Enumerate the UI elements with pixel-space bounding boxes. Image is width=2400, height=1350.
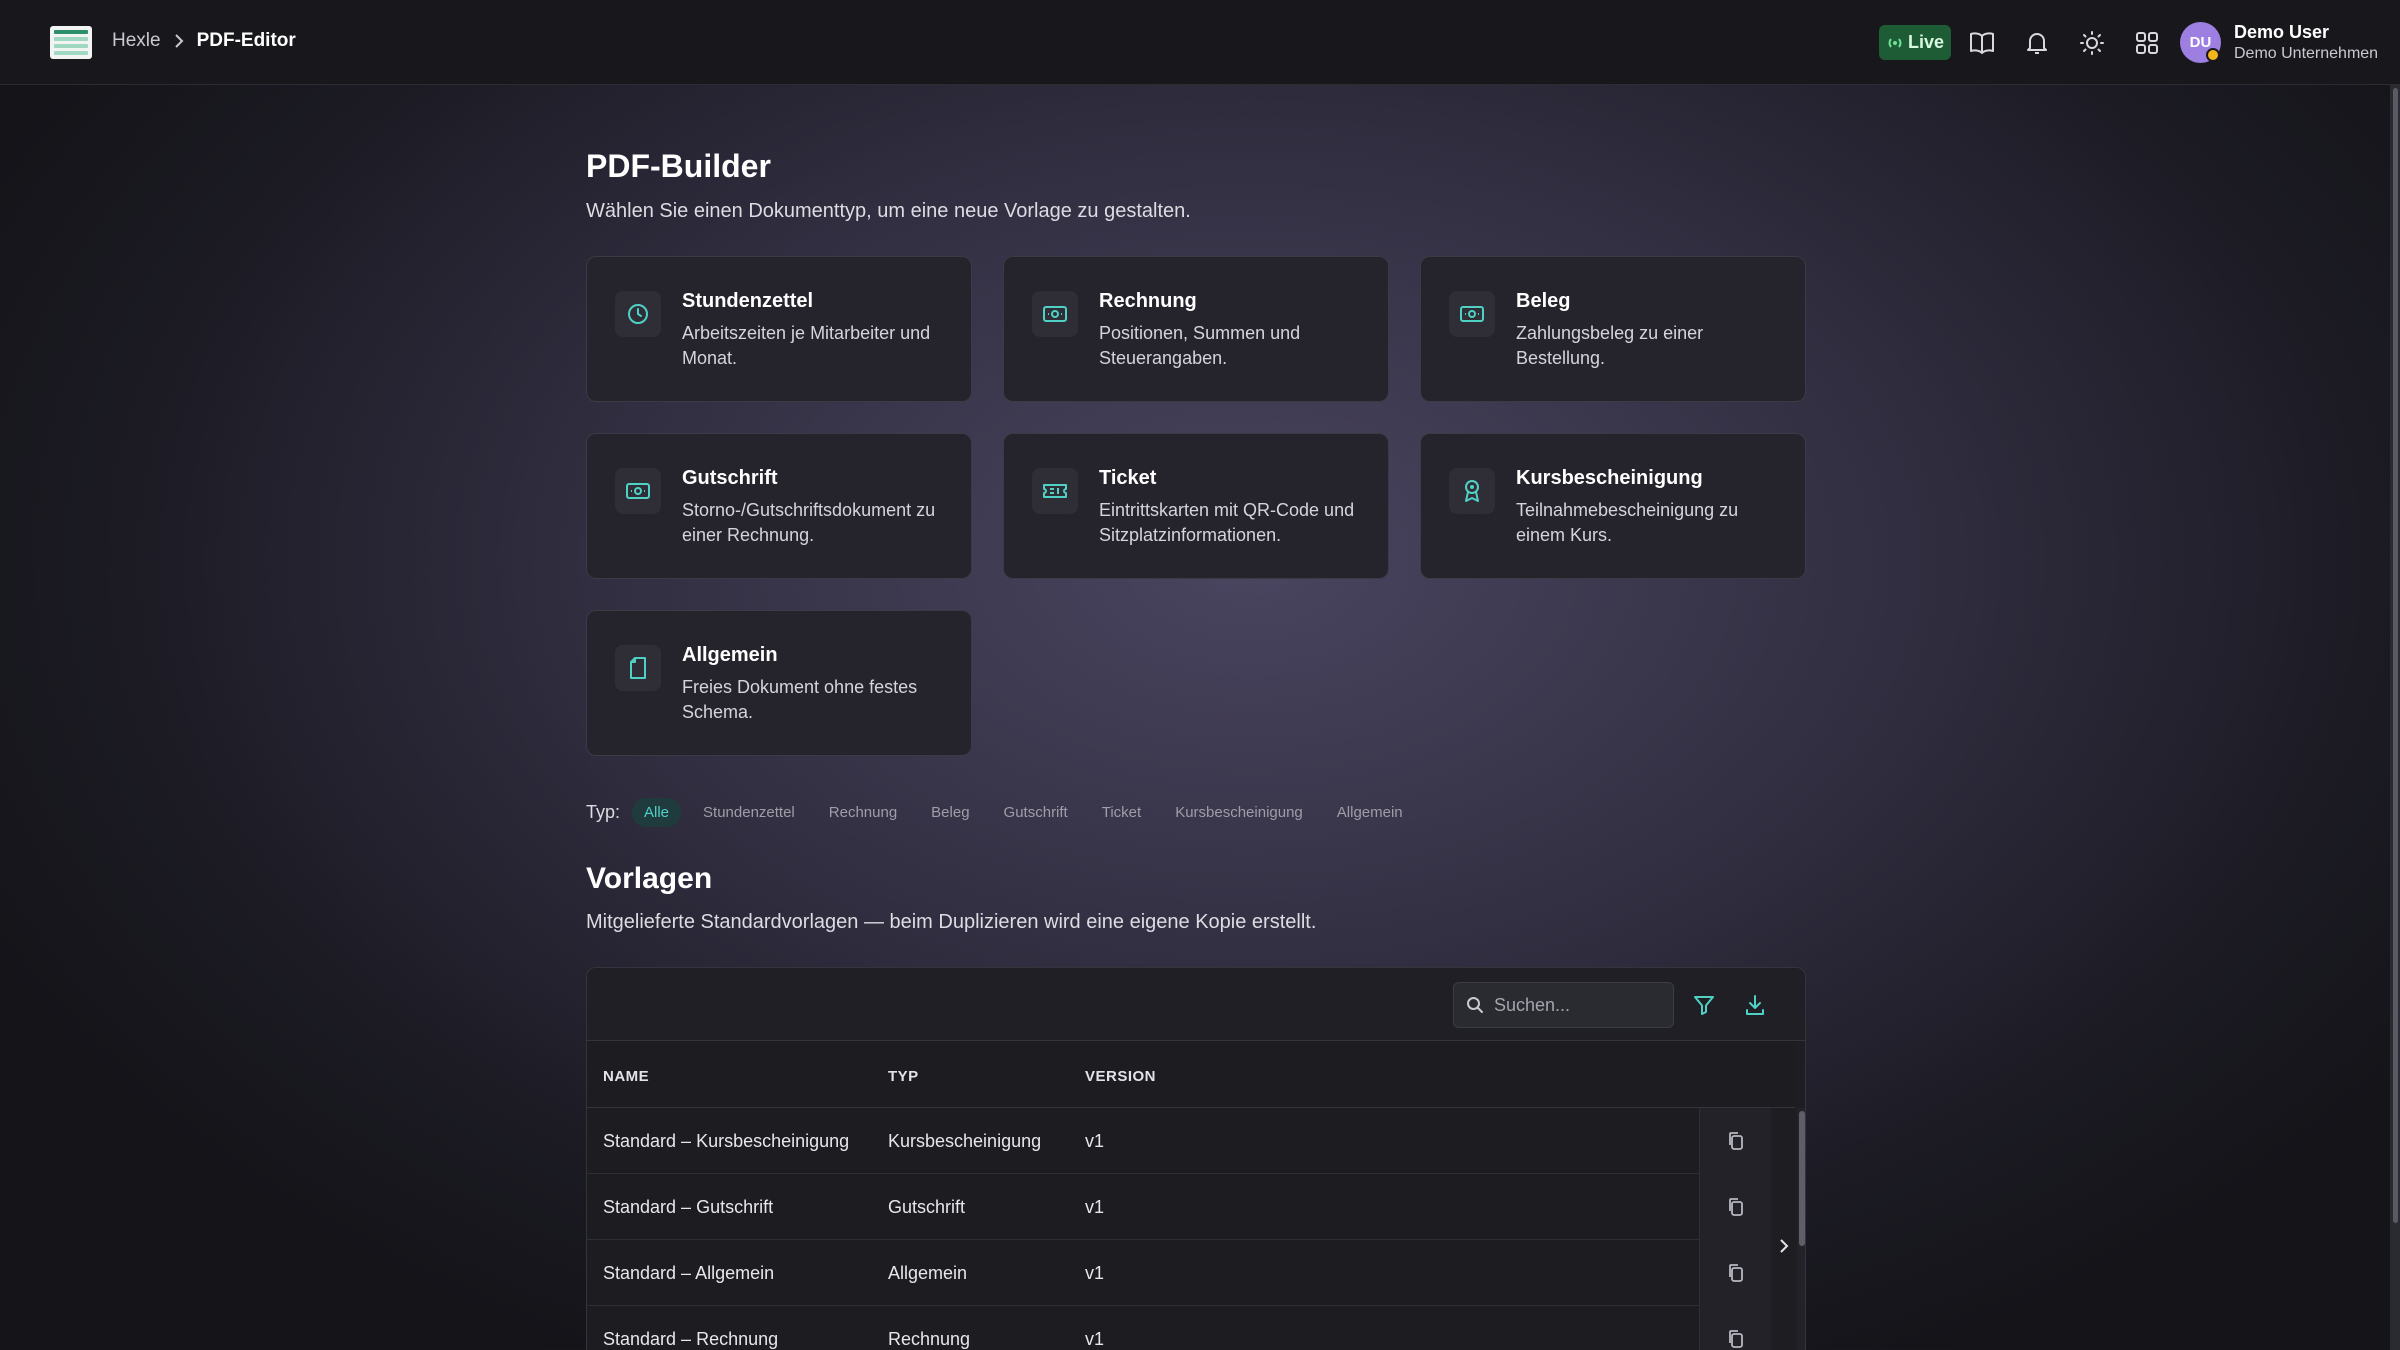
table-row[interactable]: Standard – Kursbescheinigung Kursbeschei… [587, 1108, 1771, 1174]
doctype-card-beleg[interactable]: Beleg Zahlungsbeleg zu einer Bestellung. [1420, 256, 1806, 402]
breadcrumb-root[interactable]: Hexle [112, 30, 161, 52]
status-dot [2206, 48, 2220, 62]
user-organization: Demo Unternehmen [2234, 45, 2379, 62]
card-title: Allgemein [682, 644, 778, 666]
table-toolbar [587, 968, 1805, 1041]
download-icon[interactable] [1740, 990, 1770, 1020]
row-type: Kursbescheinigung [888, 1131, 1042, 1151]
chevron-right-icon [173, 33, 185, 49]
banknote-icon [1032, 291, 1078, 337]
type-filter-label: Typ: [586, 801, 621, 822]
card-title: Beleg [1516, 290, 1571, 312]
filter-chip-stundenzettel[interactable]: Stundenzettel [691, 798, 807, 827]
filter-chip-beleg[interactable]: Beleg [919, 798, 981, 827]
column-header-type[interactable]: TYP [888, 1068, 919, 1085]
award-icon [1449, 468, 1495, 514]
page-title: PDF-Builder [586, 148, 771, 184]
card-title: Kursbescheinigung [1516, 467, 1703, 489]
row-name: Standard – Allgemein [603, 1263, 775, 1283]
search-input[interactable] [1494, 994, 1664, 1016]
table-scrollbar-thumb[interactable] [1799, 1111, 1805, 1246]
doctype-card-allgemein[interactable]: Allgemein Freies Dokument ohne festes Sc… [586, 610, 972, 756]
card-title: Ticket [1099, 467, 1157, 489]
app-logo[interactable] [50, 26, 92, 59]
table-row[interactable]: Standard – Rechnung Rechnung v1 [587, 1306, 1771, 1350]
card-description: Positionen, Summen und Steuerangaben. [1099, 323, 1301, 368]
doctype-card-kursbescheinigung[interactable]: Kursbescheinigung Teilnahmebescheinigung… [1420, 433, 1806, 579]
duplicate-icon[interactable] [1699, 1108, 1771, 1174]
filter-chip-ticket[interactable]: Ticket [1090, 798, 1153, 827]
filter-icon[interactable] [1689, 990, 1719, 1020]
clock-icon [615, 291, 661, 337]
grid-icon[interactable] [2131, 27, 2163, 59]
card-description: Zahlungsbeleg zu einer Bestellung. [1516, 323, 1704, 368]
file-icon [615, 645, 661, 691]
card-description: Arbeitszeiten je Mitarbeiter und Monat. [682, 323, 931, 368]
duplicate-icon[interactable] [1699, 1174, 1771, 1240]
row-name: Standard – Rechnung [603, 1329, 779, 1349]
doctype-card-stundenzettel[interactable]: Stundenzettel Arbeitszeiten je Mitarbeit… [586, 256, 972, 402]
column-header-name[interactable]: NAME [603, 1068, 649, 1085]
doctype-card-ticket[interactable]: Ticket Eintrittskarten mit QR-Code und S… [1003, 433, 1389, 579]
broadcast-icon [1888, 37, 1902, 48]
table-row[interactable]: Standard – Gutschrift Gutschrift v1 [587, 1174, 1771, 1240]
templates-table-panel: NAME TYP VERSION Standard – Kursbeschein… [586, 967, 1806, 1350]
column-header-version[interactable]: VERSION [1085, 1068, 1156, 1085]
page-scrollbar-thumb[interactable] [2393, 88, 2398, 1223]
row-version: v1 [1085, 1131, 1105, 1151]
bell-icon[interactable] [2021, 27, 2053, 59]
breadcrumb-current: PDF-Editor [196, 30, 296, 51]
live-status-button[interactable]: Live [1879, 25, 1951, 60]
row-version: v1 [1085, 1197, 1105, 1217]
table-header: NAME TYP VERSION [587, 1041, 1795, 1108]
banknote-icon [1449, 291, 1495, 337]
card-description: Storno-/Gutschriftsdokument zu einer Rec… [682, 500, 936, 545]
doctype-card-gutschrift[interactable]: Gutschrift Storno-/Gutschriftsdokument z… [586, 433, 972, 579]
card-description: Teilnahmebescheinigung zu einem Kurs. [1516, 500, 1739, 545]
filter-chip-rechnung[interactable]: Rechnung [817, 798, 909, 827]
duplicate-icon[interactable] [1699, 1306, 1771, 1350]
row-type: Gutschrift [888, 1197, 966, 1217]
search-box[interactable] [1453, 982, 1674, 1028]
search-icon [1467, 997, 1483, 1013]
banknote-icon [615, 468, 661, 514]
doctype-card-rechnung[interactable]: Rechnung Positionen, Summen und Steueran… [1003, 256, 1389, 402]
row-name: Standard – Gutschrift [603, 1197, 774, 1217]
row-type: Allgemein [888, 1263, 968, 1283]
card-title: Stundenzettel [682, 290, 814, 312]
breadcrumb: Hexle PDF-Editor [112, 30, 296, 52]
user-name[interactable]: Demo User [2234, 22, 2329, 43]
sun-icon[interactable] [2076, 27, 2108, 59]
row-version: v1 [1085, 1329, 1105, 1349]
section-subtitle: Mitgelieferte Standardvorlagen — beim Du… [586, 911, 1317, 933]
top-bar: Hexle PDF-Editor Live DU Demo User Demo … [0, 0, 2400, 85]
filter-chip-gutschrift[interactable]: Gutschrift [992, 798, 1080, 827]
card-description: Freies Dokument ohne festes Schema. [682, 677, 918, 722]
card-description: Eintrittskarten mit QR-Code und Sitzplat… [1099, 500, 1355, 545]
page-subtitle: Wählen Sie einen Dokumenttyp, um eine ne… [586, 200, 1191, 222]
row-version: v1 [1085, 1263, 1105, 1283]
duplicate-icon[interactable] [1699, 1240, 1771, 1306]
chevron-right-icon[interactable] [1774, 1234, 1794, 1258]
row-type: Rechnung [888, 1329, 971, 1349]
filter-chip-allgemein[interactable]: Allgemein [1325, 798, 1415, 827]
section-title: Vorlagen [586, 862, 713, 895]
ticket-icon [1032, 468, 1078, 514]
table-row[interactable]: Standard – Allgemein Allgemein v1 [587, 1240, 1771, 1306]
card-title: Rechnung [1099, 290, 1197, 312]
card-title: Gutschrift [682, 467, 778, 489]
book-icon[interactable] [1966, 27, 1998, 59]
row-name: Standard – Kursbescheinigung [603, 1131, 850, 1151]
live-label: Live [1907, 32, 1945, 52]
filter-chip-alle[interactable]: Alle [632, 797, 682, 827]
type-filter: Typ: Alle Stundenzettel Rechnung Beleg G… [586, 795, 1425, 829]
filter-chip-kursbescheinigung[interactable]: Kursbescheinigung [1163, 798, 1315, 827]
